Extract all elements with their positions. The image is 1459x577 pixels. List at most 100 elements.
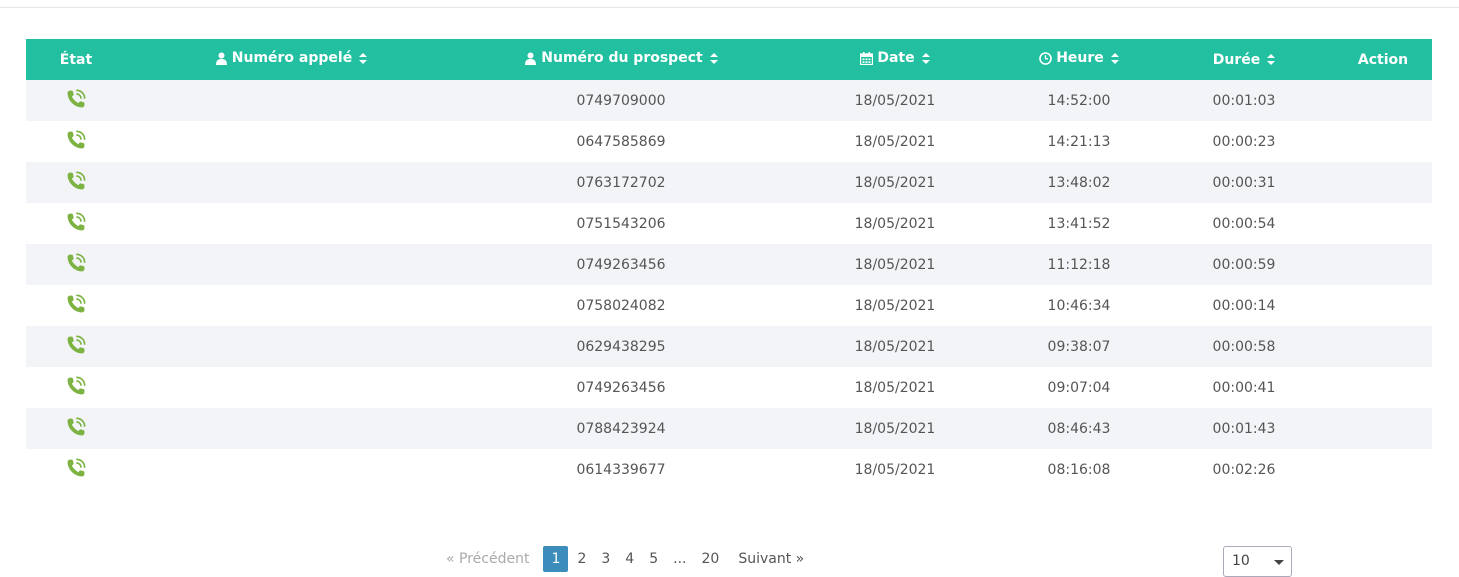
- cell-numero-appele: [126, 162, 456, 203]
- cell-heure: 09:07:04: [1047, 379, 1111, 396]
- pagination-next[interactable]: Suivant »: [732, 546, 810, 572]
- cell-date: 18/05/2021: [854, 133, 936, 150]
- header-duree[interactable]: Durée: [1154, 39, 1334, 80]
- cell-duree: 00:00:58: [1212, 338, 1276, 355]
- pagination-page[interactable]: 1: [543, 546, 569, 572]
- header-date[interactable]: Date: [786, 39, 1004, 80]
- cell-date: 18/05/2021: [854, 461, 936, 478]
- clock-icon: [1039, 51, 1053, 65]
- pagination: « Précédent 1 2 3 4 5... 20 Suivant »: [440, 546, 810, 572]
- cell-numero-prospect: 0647585869: [576, 133, 666, 150]
- phone-call-icon: [67, 89, 86, 107]
- cell-numero-appele: [126, 408, 456, 449]
- header-numero-prospect[interactable]: Numéro du prospect: [456, 39, 786, 80]
- cell-action[interactable]: [1334, 162, 1432, 203]
- user-icon: [525, 52, 537, 65]
- table-row[interactable]: 0614339677 18/05/2021 08:16:08 00:02:26: [26, 449, 1432, 490]
- cell-numero-appele: [126, 80, 456, 121]
- table-row[interactable]: 0749709000 18/05/2021 14:52:00 00:01:03: [26, 80, 1432, 121]
- cell-duree: 00:02:26: [1212, 461, 1276, 478]
- sort-icon[interactable]: [709, 52, 718, 64]
- cell-numero-prospect: 0758024082: [576, 297, 666, 314]
- cell-etat: [26, 408, 126, 449]
- pagination-page[interactable]: 3: [595, 546, 616, 572]
- cell-action[interactable]: [1334, 244, 1432, 285]
- header-heure[interactable]: Heure: [1004, 39, 1154, 80]
- pagination-page[interactable]: 4: [619, 546, 640, 572]
- pagination-page[interactable]: 5: [643, 546, 664, 572]
- pagination-ellipsis: ...: [673, 551, 687, 567]
- cell-numero-appele: [126, 121, 456, 162]
- table-row[interactable]: 0749263456 18/05/2021 11:12:18 00:00:59: [26, 244, 1432, 285]
- table-row[interactable]: 0763172702 18/05/2021 13:48:02 00:00:31: [26, 162, 1432, 203]
- calls-table: État Numéro appelé Numéro du prospect Da…: [26, 39, 1432, 490]
- pagination-page[interactable]: 20: [696, 546, 726, 572]
- cell-heure: 08:46:43: [1047, 420, 1111, 437]
- cell-numero-prospect: 0763172702: [576, 174, 666, 191]
- sort-icon[interactable]: [1267, 54, 1276, 65]
- cell-heure: 09:38:07: [1047, 338, 1111, 355]
- cell-date: 18/05/2021: [854, 215, 936, 232]
- cell-date: 18/05/2021: [854, 92, 936, 109]
- cell-numero-appele: [126, 367, 456, 408]
- cell-heure: 13:48:02: [1047, 174, 1111, 191]
- cell-date: 18/05/2021: [854, 379, 936, 396]
- phone-call-icon: [67, 253, 86, 271]
- phone-call-icon: [67, 212, 86, 230]
- phone-call-icon: [67, 171, 86, 189]
- cell-action[interactable]: [1334, 367, 1432, 408]
- cell-action[interactable]: [1334, 203, 1432, 244]
- cell-numero-prospect: 0629438295: [576, 338, 666, 355]
- cell-heure: 11:12:18: [1047, 256, 1111, 273]
- cell-numero-prospect: 0751543206: [576, 215, 666, 232]
- cell-numero-appele: [126, 326, 456, 367]
- table-row[interactable]: 0751543206 18/05/2021 13:41:52 00:00:54: [26, 203, 1432, 244]
- top-divider: [0, 7, 1459, 8]
- cell-duree: 00:00:14: [1212, 297, 1276, 314]
- phone-call-icon: [67, 130, 86, 148]
- user-icon: [215, 52, 227, 65]
- cell-action[interactable]: [1334, 80, 1432, 121]
- header-etat: État: [59, 51, 93, 68]
- cell-duree: 00:00:54: [1212, 215, 1276, 232]
- table-header-row: État Numéro appelé Numéro du prospect Da…: [26, 39, 1432, 80]
- cell-duree: 00:00:59: [1212, 256, 1276, 273]
- cell-etat: [26, 244, 126, 285]
- table-row[interactable]: 0749263456 18/05/2021 09:07:04 00:00:41: [26, 367, 1432, 408]
- cell-action[interactable]: [1334, 326, 1432, 367]
- cell-duree: 00:01:03: [1212, 92, 1276, 109]
- cell-heure: 10:46:34: [1047, 297, 1111, 314]
- cell-action[interactable]: [1334, 285, 1432, 326]
- cell-date: 18/05/2021: [854, 256, 936, 273]
- cell-action[interactable]: [1334, 408, 1432, 449]
- sort-icon[interactable]: [921, 52, 930, 64]
- table-row[interactable]: 0629438295 18/05/2021 09:38:07 00:00:58: [26, 326, 1432, 367]
- per-page-select[interactable]: 10: [1223, 546, 1292, 577]
- phone-call-icon: [67, 335, 86, 353]
- cell-heure: 08:16:08: [1047, 461, 1111, 478]
- phone-call-icon: [67, 417, 86, 435]
- pagination-page[interactable]: 2: [571, 546, 592, 572]
- table-row[interactable]: 0758024082 18/05/2021 10:46:34 00:00:14: [26, 285, 1432, 326]
- cell-date: 18/05/2021: [854, 297, 936, 314]
- pagination-previous[interactable]: « Précédent: [440, 546, 535, 572]
- sort-icon[interactable]: [359, 52, 368, 64]
- cell-action[interactable]: [1334, 449, 1432, 490]
- cell-duree: 00:00:41: [1212, 379, 1276, 396]
- cell-numero-appele: [126, 203, 456, 244]
- cell-numero-prospect: 0749709000: [576, 92, 666, 109]
- cell-numero-appele: [126, 285, 456, 326]
- header-numero-appele[interactable]: Numéro appelé: [126, 39, 456, 80]
- cell-action[interactable]: [1334, 121, 1432, 162]
- cell-etat: [26, 449, 126, 490]
- cell-etat: [26, 121, 126, 162]
- phone-call-icon: [67, 294, 86, 312]
- table-row[interactable]: 0788423924 18/05/2021 08:46:43 00:01:43: [26, 408, 1432, 449]
- cell-duree: 00:00:31: [1212, 174, 1276, 191]
- table-row[interactable]: 0647585869 18/05/2021 14:21:13 00:00:23: [26, 121, 1432, 162]
- cell-heure: 14:52:00: [1047, 92, 1111, 109]
- sort-icon[interactable]: [1110, 52, 1119, 64]
- cell-etat: [26, 326, 126, 367]
- cell-numero-prospect: 0788423924: [576, 420, 666, 437]
- cell-etat: [26, 162, 126, 203]
